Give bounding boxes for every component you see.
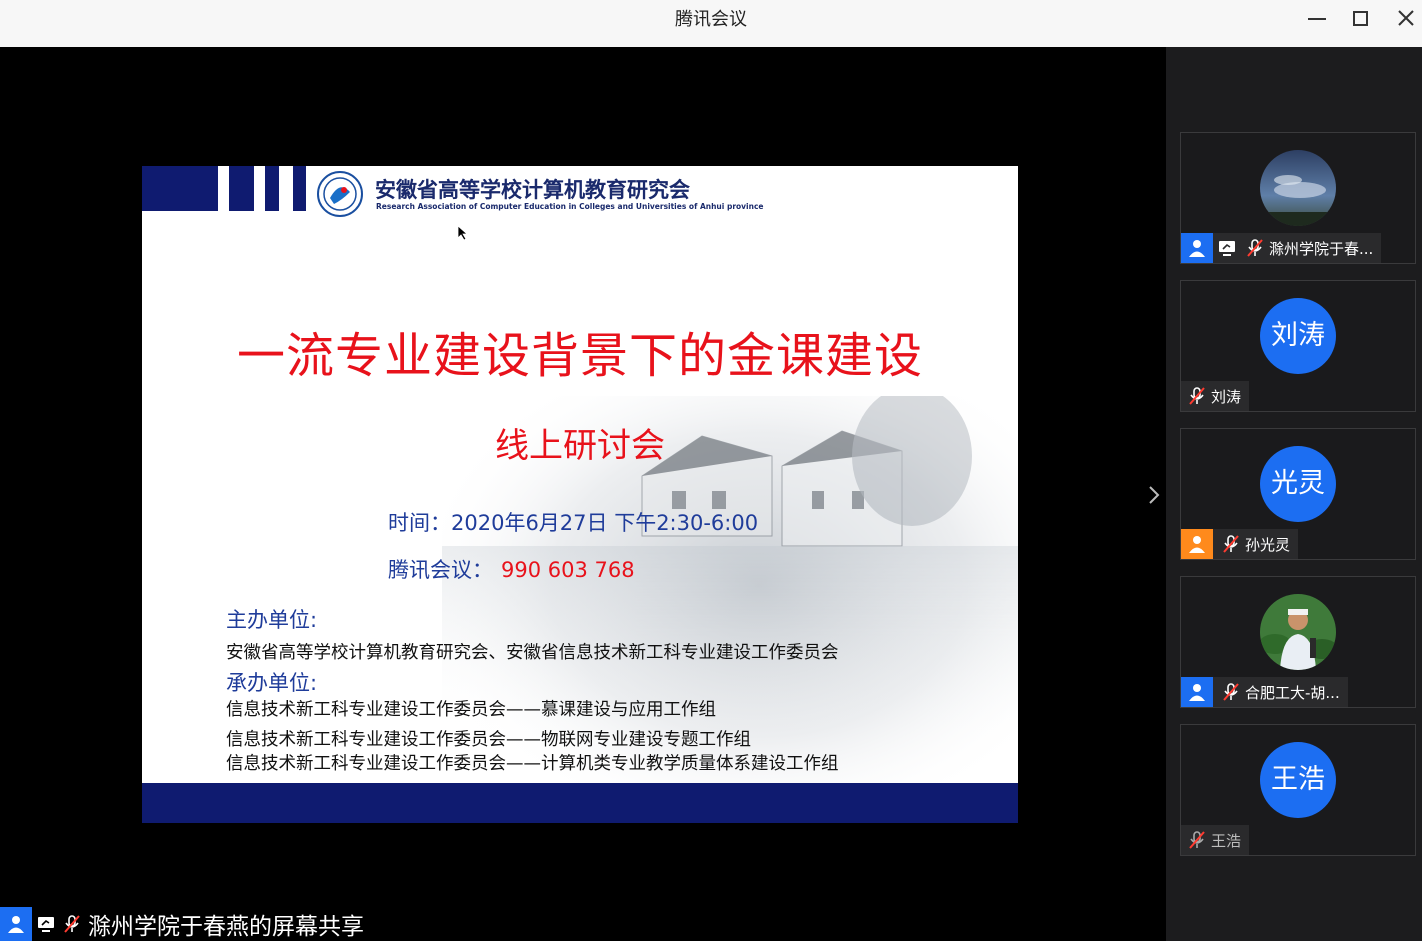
org-name-en: Research Association of Computer Educati… [376, 202, 764, 211]
screen-share-icon [38, 917, 54, 932]
mouse-cursor-icon [458, 226, 468, 240]
participant-name: 合肥工大-胡... [1245, 683, 1340, 702]
avatar [1260, 150, 1336, 226]
person-photo-icon [1260, 594, 1336, 670]
participant-name-bar: 刘涛 [1181, 381, 1250, 411]
chevron-right-icon[interactable] [1144, 482, 1164, 508]
avatar: 王浩 [1260, 742, 1336, 818]
association-logo-icon [317, 171, 363, 217]
mic-muted-icon [1189, 387, 1205, 405]
participant-tile[interactable]: 光灵 孙光灵 [1180, 428, 1416, 560]
participant-name: 王浩 [1211, 831, 1242, 850]
mic-muted-icon [1223, 683, 1239, 701]
window-title: 腾讯会议 [675, 9, 747, 30]
co-organizer-line: 信息技术新工科专业建设工作委员会——计算机类专业教学质量体系建设工作组 [226, 754, 839, 774]
slide-bottom-band [142, 783, 1018, 823]
mic-muted-icon [64, 915, 80, 933]
participant-name-bar: 合肥工大-胡... [1181, 677, 1348, 707]
close-icon[interactable] [1392, 6, 1422, 32]
mic-muted-icon [1223, 535, 1239, 553]
screen-share-owner-label: 滁州学院于春燕的屏幕共享 [88, 914, 364, 940]
meeting-id-line: 腾讯会议： 990 603 768 [388, 554, 635, 584]
participant-tile[interactable]: 王浩 王浩 [1180, 724, 1416, 856]
slide-top-band [142, 166, 306, 211]
participant-tile[interactable]: 刘涛 刘涛 [1180, 280, 1416, 412]
minimize-icon[interactable] [1302, 6, 1332, 32]
participant-name: 刘涛 [1211, 387, 1242, 406]
cohost-role-badge [1181, 529, 1213, 559]
participant-tile[interactable]: 合肥工大-胡... [1180, 576, 1416, 708]
host-text: 安徽省高等学校计算机教育研究会、安徽省信息技术新工科专业建设工作委员会 [226, 643, 839, 663]
avatar: 刘涛 [1260, 298, 1336, 374]
meeting-number: 990 603 768 [501, 558, 635, 582]
participant-name-bar: 滁州学院于春... [1181, 233, 1382, 263]
avatar [1260, 594, 1336, 670]
co-organizer-label: 承办单位: [226, 671, 318, 695]
participant-name-bar: 王浩 [1181, 825, 1250, 855]
title-bar: 腾讯会议 [0, 0, 1422, 47]
shared-slide: 安徽省高等学校计算机教育研究会 Research Association of … [142, 166, 1018, 823]
participant-name-bar: 孙光灵 [1181, 529, 1299, 559]
host-role-badge [1181, 233, 1213, 263]
participant-name: 孙光灵 [1245, 535, 1291, 554]
user-icon [1189, 684, 1205, 701]
participant-name: 滁州学院于春... [1269, 239, 1374, 258]
host-label: 主办单位: [226, 608, 318, 632]
user-icon [1189, 240, 1205, 257]
slide-subtitle: 线上研讨会 [495, 426, 665, 466]
slide-main-title: 一流专业建设背景下的金课建设 [236, 328, 923, 384]
screen-share-label-bar: 滁州学院于春燕的屏幕共享 [0, 907, 364, 941]
co-organizer-line: 信息技术新工科专业建设工作委员会——物联网专业建设专题工作组 [226, 730, 751, 750]
maximize-icon[interactable] [1346, 6, 1376, 32]
participant-tile[interactable]: 滁州学院于春... [1180, 132, 1416, 264]
mic-muted-icon [1189, 831, 1205, 849]
sky-photo-icon [1260, 150, 1336, 226]
avatar: 光灵 [1260, 446, 1336, 522]
co-organizer-line: 信息技术新工科专业建设工作委员会——慕课建设与应用工作组 [226, 700, 716, 720]
event-time: 时间：2020年6月27日 下午2:30-6:00 [388, 511, 759, 535]
user-icon [8, 916, 24, 933]
host-role-badge [1181, 677, 1213, 707]
mic-muted-icon [1247, 239, 1263, 257]
user-icon [1189, 536, 1205, 553]
host-role-badge [0, 907, 32, 941]
screen-share-icon [1219, 241, 1235, 256]
org-name: 安徽省高等学校计算机教育研究会 [375, 178, 690, 202]
meeting-label: 腾讯会议： [388, 558, 493, 582]
